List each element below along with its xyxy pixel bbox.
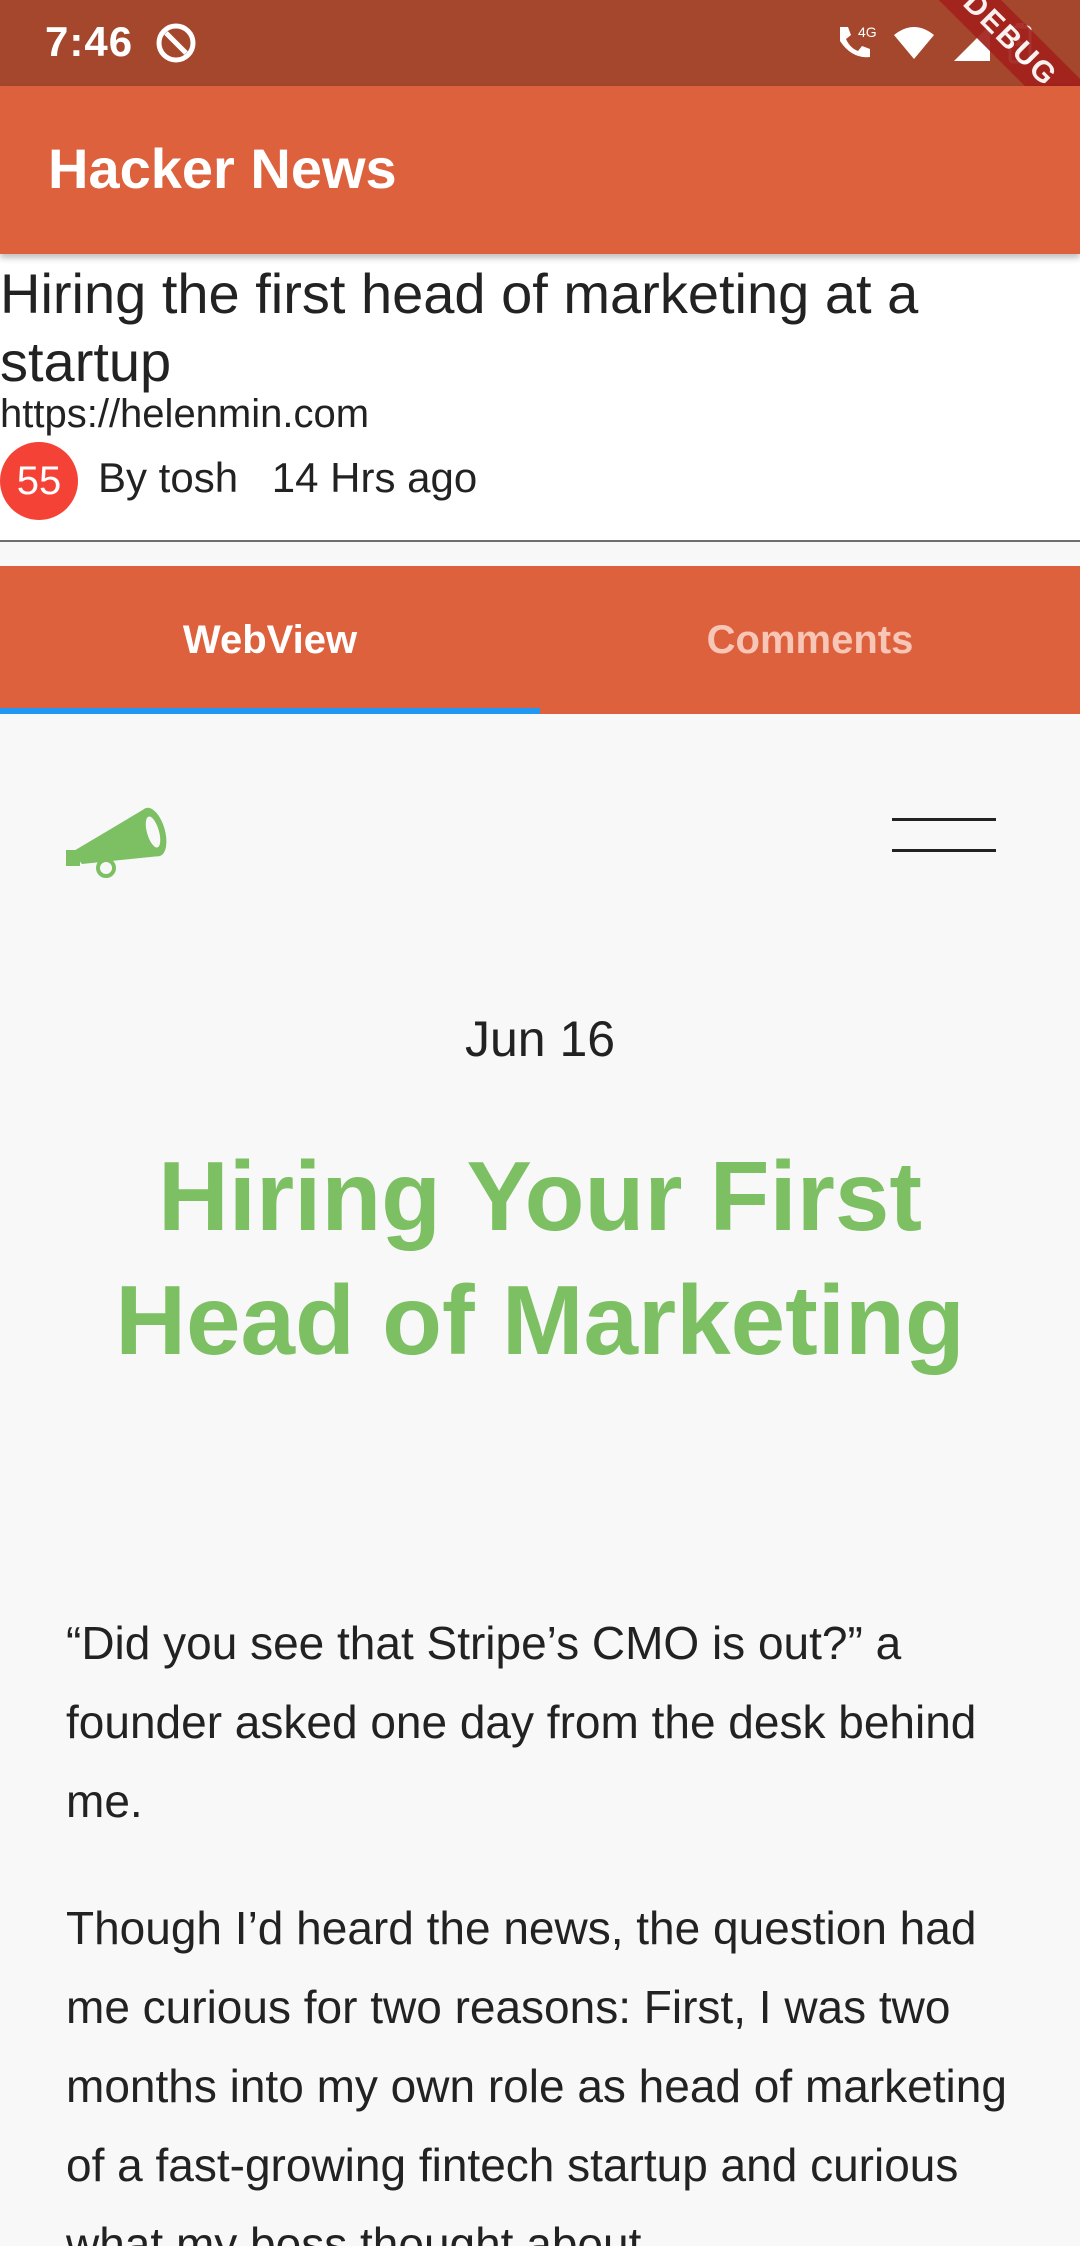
divider xyxy=(0,540,1080,542)
story-url[interactable]: https://helenmin.com xyxy=(0,392,369,437)
app-title: Hacker News xyxy=(48,137,397,200)
network-label: 4G xyxy=(858,24,876,40)
tab-webview[interactable]: WebView xyxy=(0,566,540,714)
post-body: “Did you see that Stripe’s CMO is out?” … xyxy=(66,1604,1026,2246)
tab-comments[interactable]: Comments xyxy=(540,566,1080,714)
story-author[interactable]: By tosh xyxy=(98,454,238,501)
app-bar: Hacker News xyxy=(0,86,1080,254)
story-meta: By tosh 14 Hrs ago xyxy=(98,454,499,502)
tab-bar: WebView Comments xyxy=(0,566,1080,714)
story-header: Hiring the first head of marketing at a … xyxy=(0,254,1080,542)
status-time: 7:46 xyxy=(45,18,134,65)
do-not-disturb-icon xyxy=(156,23,196,63)
call-4g-icon: 4G xyxy=(840,24,876,58)
menu-icon[interactable] xyxy=(892,818,996,852)
post-paragraph: Though I’d heard the news, the question … xyxy=(66,1902,1007,2246)
megaphone-icon[interactable] xyxy=(64,794,174,878)
webview-content[interactable]: Jun 16 Hiring Your First Head of Marketi… xyxy=(0,714,1080,2246)
score-badge: 55 xyxy=(0,442,78,520)
post-title: Hiring Your First Head of Marketing xyxy=(115,1141,965,1375)
wifi-icon xyxy=(894,27,934,59)
story-time: 14 Hrs ago xyxy=(271,454,478,501)
story-title[interactable]: Hiring the first head of marketing at a … xyxy=(0,260,1060,396)
post-date: Jun 16 xyxy=(464,1011,616,1067)
post-paragraph: “Did you see that Stripe’s CMO is out?” … xyxy=(66,1617,977,1827)
status-bar: 7:46 4G DEBUG xyxy=(0,0,1080,148)
